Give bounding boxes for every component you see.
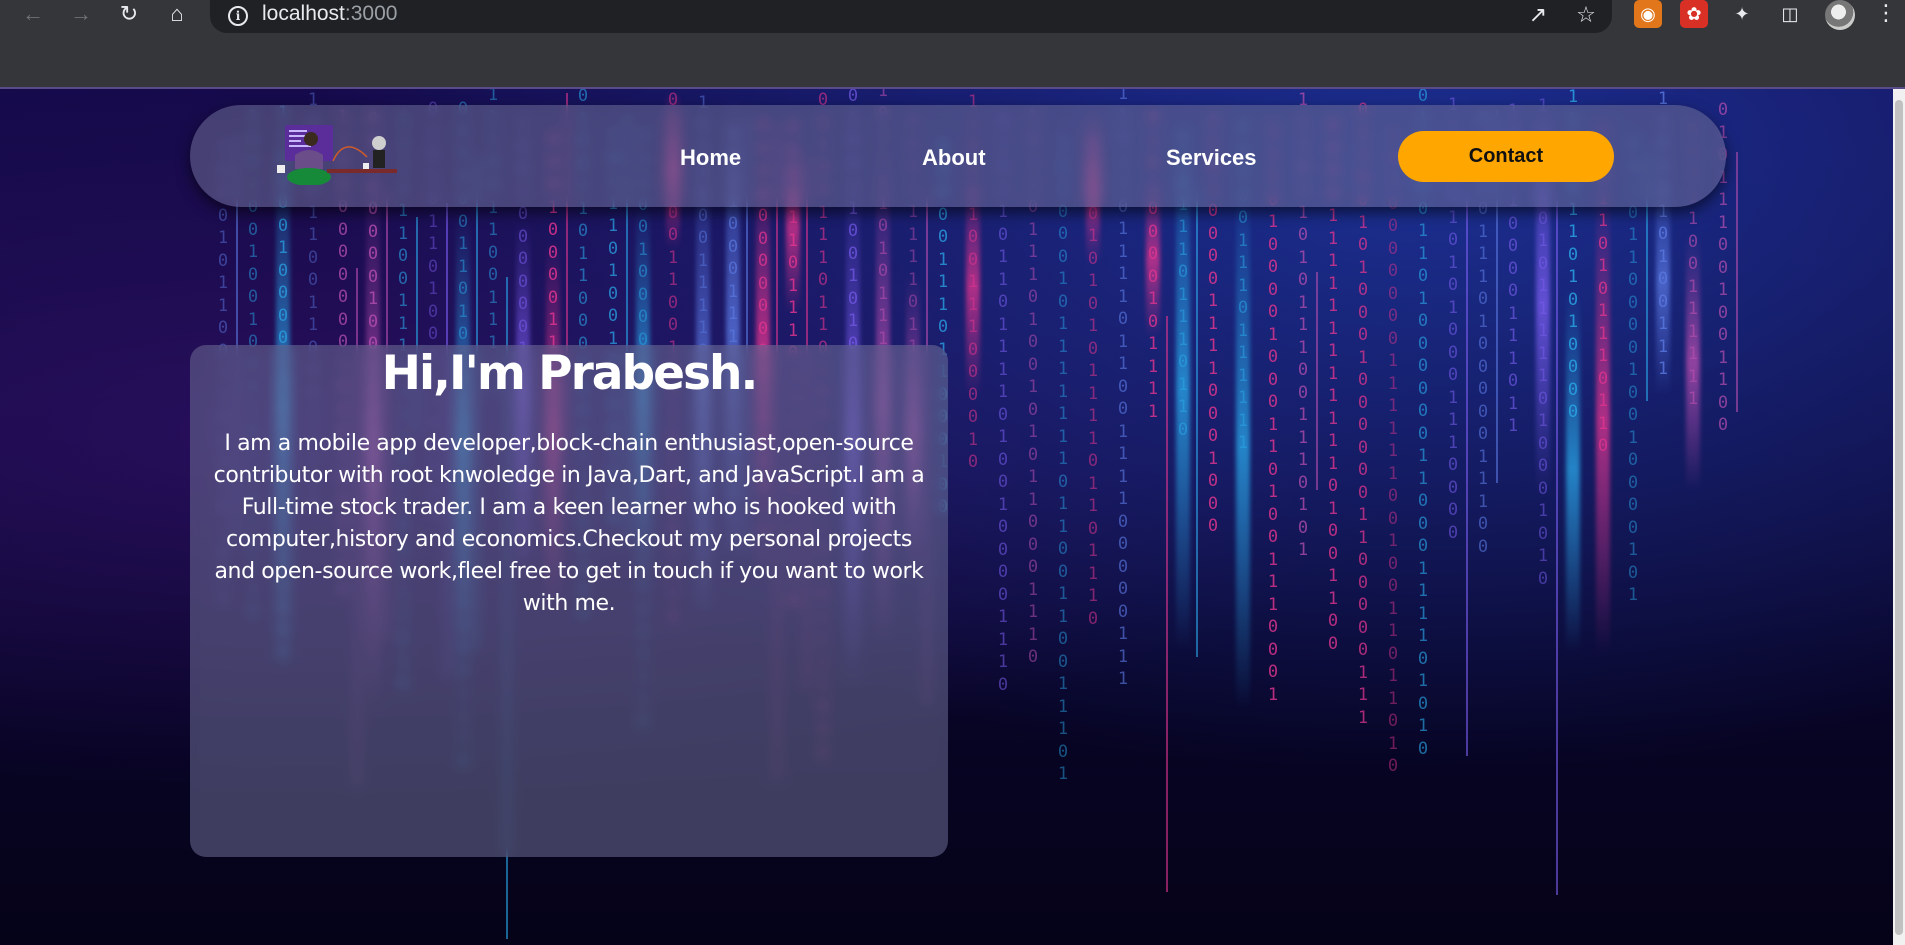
matrix-digit-column: 1 0 1 0 0 0 1 0 1 1 1 1 1 1 1 0 1 1 0 0 … [1057, 134, 1069, 784]
matrix-light-beam [1236, 182, 1250, 711]
contact-button[interactable]: Contact [1398, 131, 1614, 182]
profile-avatar[interactable] [1825, 0, 1855, 30]
nav-link-home[interactable]: Home [680, 145, 741, 171]
hero-description: I am a mobile app developer,block-chain … [213, 431, 925, 616]
browser-chrome: ← → ↻ ⌂ i localhost:3000 ↗ ☆ ◉ ✿ ✦ ◫ ⋮ [0, 0, 1905, 88]
extension-icon[interactable]: ✿ [1680, 0, 1708, 28]
matrix-digit-column: 1 0 1 0 0 0 0 0 0 0 1 1 1 1 1 1 0 0 1 0 … [1387, 126, 1399, 776]
reload-icon[interactable]: ↻ [116, 1, 142, 27]
info-icon[interactable]: i [228, 6, 248, 26]
metamask-icon[interactable]: ◉ [1634, 0, 1662, 28]
page-viewport: 1 0 0 0 1 0 1 1 0 0 1 1 0 0 0 1 0 1 0 0 … [0, 89, 1893, 945]
matrix-thin-line [1316, 272, 1318, 490]
address-bar[interactable]: i localhost:3000 ↗ ☆ [210, 0, 1612, 33]
matrix-light-beam [1686, 234, 1700, 491]
hero-card: Hi,I'm Prabesh. I am a mobile app develo… [190, 345, 948, 857]
puzzle-icon[interactable]: ✦ [1728, 0, 1756, 28]
nav-link-about[interactable]: About [922, 145, 986, 171]
nav-link-services[interactable]: Services [1166, 145, 1257, 171]
matrix-light-beam [1596, 186, 1610, 654]
forward-arrow-icon[interactable]: → [68, 1, 94, 27]
matrix-digit-column: 1 1 1 0 1 0 0 0 0 1 0 0 0 1 1 0 1 0 0 1 … [1267, 122, 1279, 705]
hero-title: Hi,I'm Prabesh. [381, 346, 759, 401]
matrix-thin-line [1466, 193, 1468, 756]
matrix-thin-line [1556, 201, 1558, 895]
home-icon[interactable]: ⌂ [164, 1, 190, 27]
browser-toolbar: ← → ↻ ⌂ i localhost:3000 ↗ ☆ ◉ ✿ ✦ ◫ ⋮ [0, 0, 1905, 33]
star-icon[interactable]: ☆ [1572, 1, 1600, 29]
logo[interactable] [275, 125, 400, 185]
navbar: Home About Services Contact [190, 105, 1726, 207]
back-arrow-icon[interactable]: ← [20, 1, 46, 27]
url-host: localhost [262, 2, 345, 25]
url-port: :3000 [344, 2, 398, 25]
matrix-light-beam [966, 177, 980, 397]
kebab-menu-icon[interactable]: ⋮ [1875, 0, 1897, 28]
matrix-thin-line [1196, 189, 1198, 657]
share-icon[interactable]: ↗ [1524, 1, 1552, 29]
matrix-light-beam [1566, 286, 1580, 653]
url-text[interactable]: localhost:3000 [262, 2, 397, 26]
scrollbar-thumb[interactable] [1895, 100, 1903, 935]
matrix-thin-line [1166, 316, 1168, 892]
matrix-thin-line [1736, 152, 1738, 412]
side-panel-icon[interactable]: ◫ [1776, 0, 1804, 28]
